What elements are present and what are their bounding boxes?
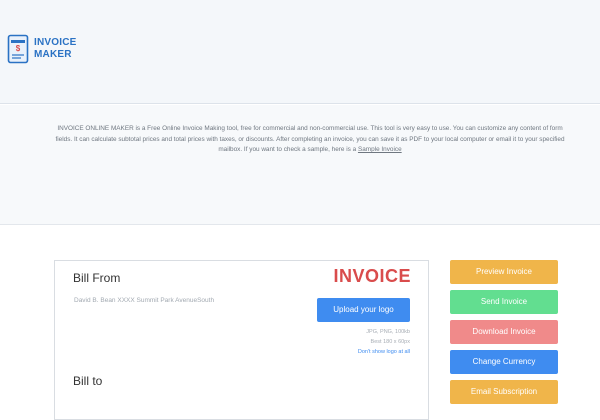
send-invoice-button[interactable]: Send Invoice — [450, 290, 558, 314]
site-header: $ INVOICE MAKER — [0, 0, 600, 104]
bill-from-heading: Bill From — [73, 271, 121, 285]
preview-invoice-button[interactable]: Preview Invoice — [450, 260, 558, 284]
from-address-field[interactable]: David B. Bean XXXX Summit Park AvenueSou… — [74, 297, 214, 304]
logo-format-hint: JPG, PNG, 100kb — [366, 329, 410, 335]
bill-to-heading: Bill to — [73, 374, 103, 388]
upload-logo-button[interactable]: Upload your logo — [317, 298, 410, 322]
invoice-card: Bill From David B. Bean XXXX Summit Park… — [54, 260, 429, 420]
sample-invoice-link[interactable]: Sample Invoice — [358, 146, 402, 153]
brand-line1: INVOICE — [34, 37, 77, 48]
intro-text: INVOICE ONLINE MAKER is a Free Online In… — [55, 125, 565, 153]
svg-text:$: $ — [16, 44, 21, 53]
download-invoice-button[interactable]: Download Invoice — [450, 320, 558, 344]
intro-section: INVOICE ONLINE MAKER is a Free Online In… — [0, 105, 600, 225]
email-subscription-button[interactable]: Email Subscription — [450, 380, 558, 404]
logo-size-hint: Best 180 x 60px — [370, 339, 410, 345]
intro-paragraph: INVOICE ONLINE MAKER is a Free Online In… — [55, 124, 565, 156]
hide-logo-link[interactable]: Don't show logo at all — [358, 349, 410, 355]
brand-logo[interactable]: $ INVOICE MAKER — [7, 34, 77, 64]
brand-line2: MAKER — [34, 49, 72, 60]
brand-wordmark: INVOICE MAKER — [34, 37, 77, 61]
change-currency-button[interactable]: Change Currency — [450, 350, 558, 374]
invoice-title: INVOICE — [333, 266, 411, 286]
invoice-document-dollar-icon: $ — [7, 34, 29, 64]
